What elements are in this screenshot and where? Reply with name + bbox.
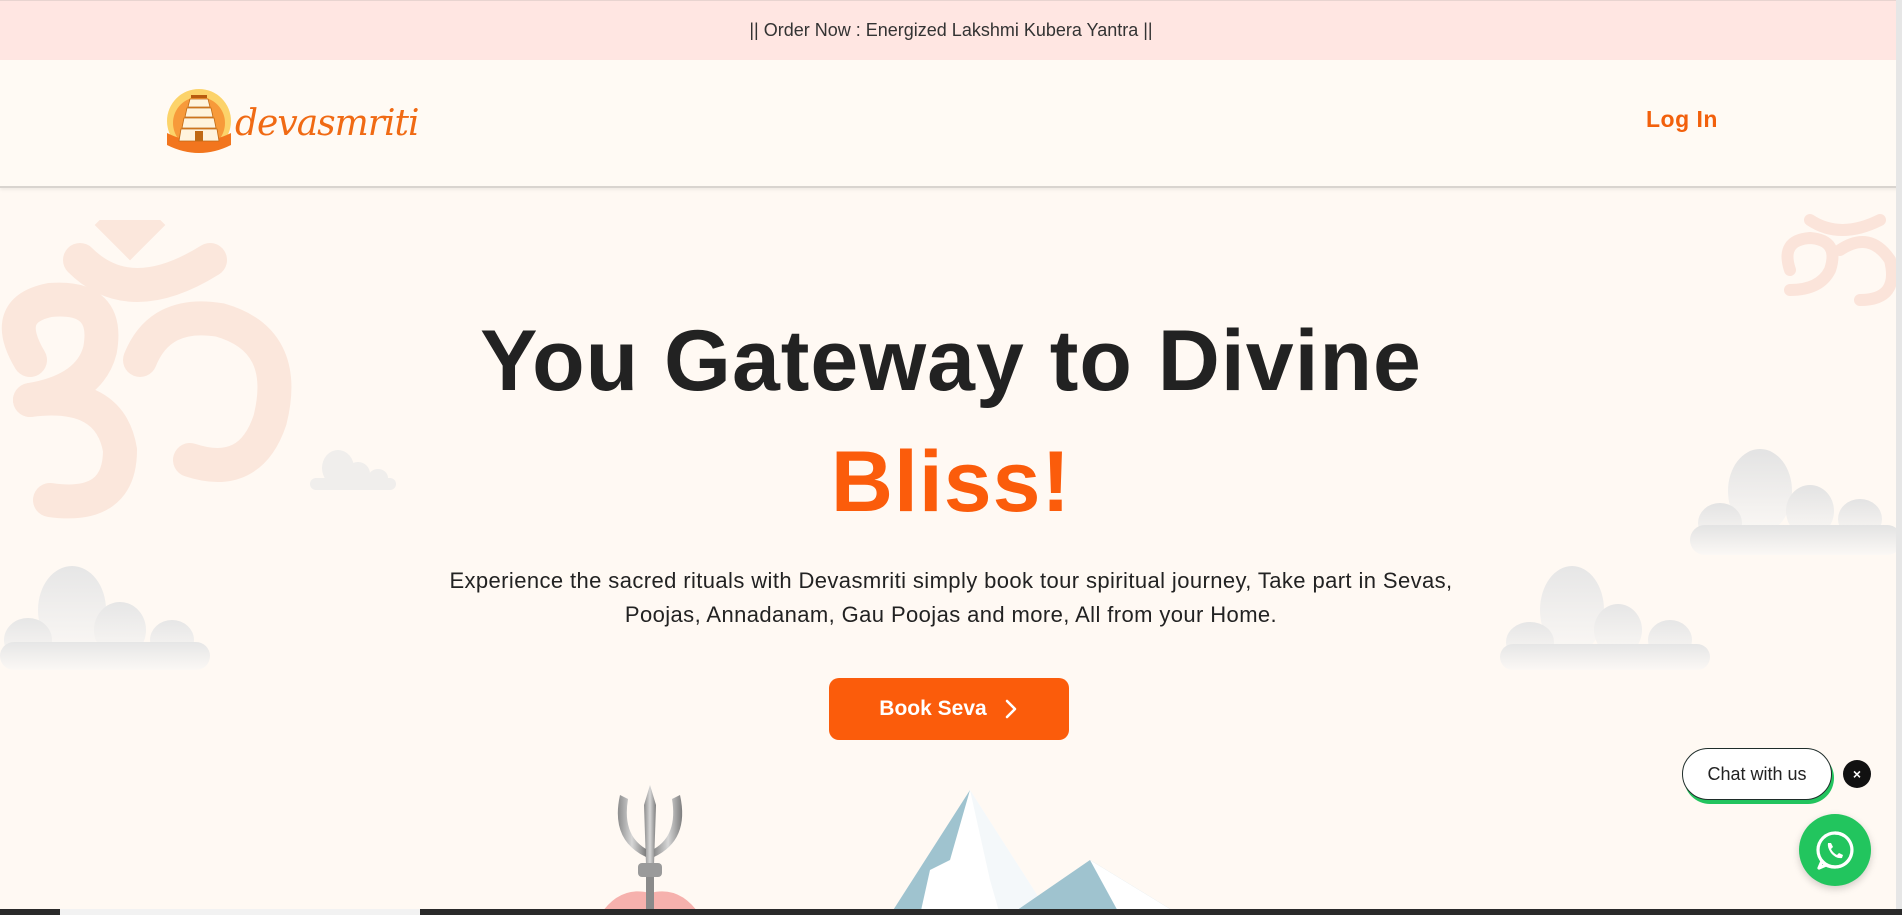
announcement-text[interactable]: || Order Now : Energized Lakshmi Kubera … — [749, 20, 1152, 41]
chat-with-us-button[interactable]: Chat with us — [1682, 748, 1832, 800]
trishul-illustration — [600, 785, 700, 915]
horizontal-scrollbar[interactable] — [0, 909, 1902, 915]
book-seva-button[interactable]: Book Seva — [829, 678, 1069, 740]
announcement-banner[interactable]: || Order Now : Energized Lakshmi Kubera … — [0, 0, 1902, 60]
close-icon[interactable]: × — [1843, 760, 1871, 788]
cloud-decoration — [0, 566, 210, 670]
whatsapp-icon — [1816, 831, 1854, 870]
hero-subtitle: Experience the sacred rituals with Devas… — [449, 568, 1453, 627]
chevron-right-icon — [1005, 699, 1016, 719]
page-scrollbar[interactable] — [1896, 0, 1902, 915]
horizontal-scroll-thumb[interactable] — [60, 909, 420, 915]
login-link[interactable]: Log In — [1646, 106, 1718, 133]
chat-with-us-label: Chat with us — [1707, 763, 1807, 784]
logo-link[interactable]: devasmriti — [165, 87, 419, 159]
site-header: devasmriti Log In — [0, 60, 1902, 188]
cloud-decoration — [1500, 566, 1710, 670]
mountains-illustration — [890, 790, 1180, 915]
temple-gopuram-sun-icon — [167, 89, 231, 153]
hero-title-highlight: Bliss! — [830, 434, 1072, 530]
hero-section: You Gateway to Divine Bliss! Experience … — [0, 190, 1902, 915]
whatsapp-button[interactable] — [1799, 814, 1871, 886]
hero-title: You Gateway to Divine — [480, 313, 1422, 409]
logo-wordmark: devasmriti — [235, 102, 419, 144]
book-seva-label: Book Seva — [879, 697, 987, 720]
